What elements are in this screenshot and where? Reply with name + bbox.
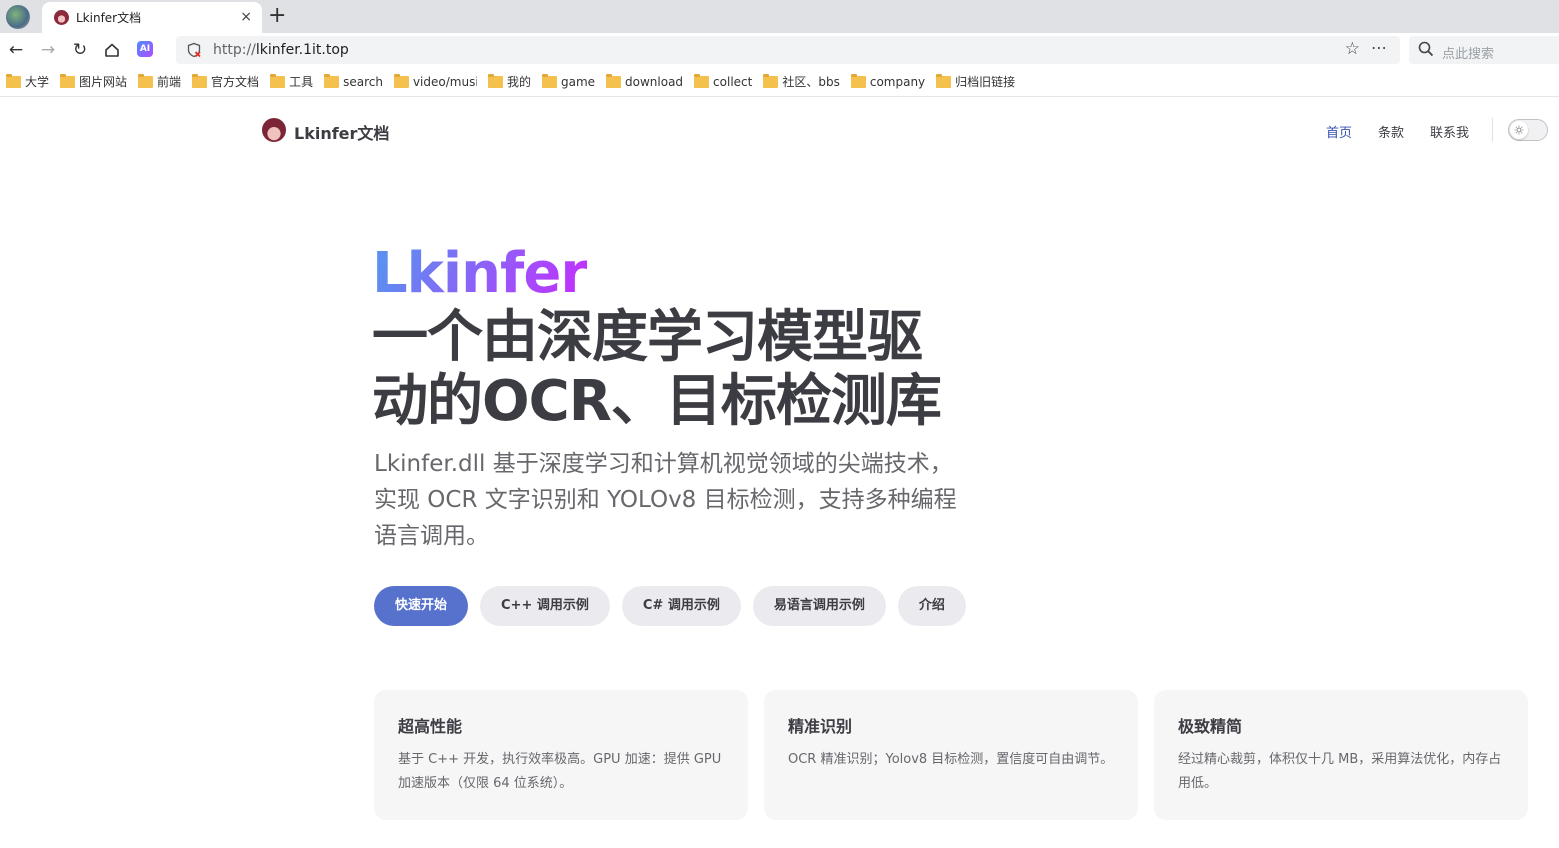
bookmark-folder[interactable]: 大学 (6, 73, 49, 90)
new-tab-button[interactable]: + (268, 3, 286, 29)
quick-start-button[interactable]: 快速开始 (374, 586, 469, 626)
bookmark-label: collect (713, 74, 753, 89)
browser-toolbar: ← → ↻ AI http://lkinfer.1it.top ☆ ⋯ 点此搜索 (0, 33, 1559, 67)
folder-icon (763, 73, 779, 88)
reload-icon[interactable]: ↻ (69, 39, 91, 61)
bookmark-folder[interactable]: 前端 (138, 73, 181, 90)
search-placeholder: 点此搜索 (1442, 47, 1495, 62)
url-scheme: http:// (213, 42, 256, 58)
hero-actions: 快速开始 C++ 调用示例 C# 调用示例 易语言调用示例 介绍 (374, 586, 978, 626)
bookmark-folder[interactable]: 我的 (487, 73, 531, 90)
folder-icon (138, 73, 154, 88)
folder-icon (6, 73, 21, 88)
address-bar[interactable]: http://lkinfer.1it.top ☆ ⋯ (176, 36, 1400, 64)
theme-toggle[interactable] (1508, 119, 1548, 141)
bookmark-label: video/music (412, 74, 477, 89)
bookmark-folder[interactable]: game (541, 73, 596, 89)
hero-name: Lkinfer (372, 241, 588, 306)
folder-icon (60, 73, 76, 88)
forward-icon[interactable]: → (37, 39, 59, 61)
folder-icon (192, 73, 208, 88)
site-navbar: Lkinfer文档 首页 条款 联系我 (0, 98, 1559, 162)
bookmark-folder[interactable]: 图片网站 (60, 73, 127, 90)
bookmark-folder[interactable]: collect (694, 73, 753, 89)
bookmark-label: download (625, 74, 684, 89)
toggle-knob (1510, 121, 1528, 139)
url-host: lkinfer.1it.top (255, 42, 349, 58)
bookmark-folder[interactable]: 归档旧链接 (936, 73, 1015, 90)
search-box[interactable]: 点此搜索 (1409, 36, 1559, 64)
intro-button[interactable]: 介绍 (897, 586, 966, 626)
tab-strip: Lkinfer文档 × + (0, 0, 1559, 33)
browser-tab[interactable]: Lkinfer文档 × (42, 2, 262, 33)
feature-title: 极致精简 (1178, 717, 1243, 736)
insecure-shield-icon[interactable] (186, 42, 202, 58)
bookmark-folder[interactable]: download (606, 73, 684, 89)
feature-details: 基于 C++ 开发，执行效率极高。GPU 加速：提供 GPU 加速版本（仅限 6… (398, 752, 722, 791)
bookmark-folder[interactable]: company (850, 73, 926, 89)
nav-link-terms[interactable]: 条款 (1378, 122, 1404, 141)
site-logo[interactable] (262, 118, 286, 142)
folder-icon (393, 73, 409, 88)
bookmark-folder[interactable]: search (324, 73, 383, 89)
bookmarks-bar: 大学 图片网站 前端 官方文档 工具 search video/music 我的… (0, 67, 1559, 97)
tab-title: Lkinfer文档 (76, 11, 142, 25)
bookmark-label: 官方文档 (211, 75, 260, 89)
nav-link-contact[interactable]: 联系我 (1430, 122, 1469, 141)
more-options-icon[interactable]: ⋯ (1371, 38, 1388, 57)
home-icon[interactable] (101, 39, 123, 61)
hero-headline: 一个由深度学习模型驱动的OCR、目标检测库 (372, 305, 942, 434)
feature-title: 超高性能 (398, 717, 463, 736)
tab-favicon-icon (54, 10, 69, 25)
profile-avatar[interactable] (6, 5, 30, 29)
feature-details: OCR 精准识别；Yolov8 目标检测，置信度可自由调节。 (788, 752, 1114, 767)
feature-title: 精准识别 (788, 717, 853, 736)
feature-details: 经过精心裁剪，体积仅十几 MB，采用算法优化，内存占用低。 (1178, 752, 1502, 791)
ai-assistant-icon[interactable]: AI (137, 41, 153, 57)
bookmark-label: 归档旧链接 (955, 75, 1016, 89)
eyuyan-example-button[interactable]: 易语言调用示例 (752, 586, 886, 626)
site-title[interactable]: Lkinfer文档 (294, 120, 389, 144)
bookmark-label: 前端 (157, 75, 182, 89)
folder-icon (850, 73, 866, 88)
bookmark-label: 大学 (25, 75, 50, 89)
bookmark-label: 图片网站 (79, 75, 128, 89)
folder-icon (936, 73, 952, 88)
folder-icon (324, 73, 340, 88)
bookmark-label: 工具 (289, 75, 314, 89)
bookmark-label: 社区、bbs (782, 75, 840, 89)
back-icon[interactable]: ← (5, 39, 27, 61)
bookmark-label: 我的 (506, 75, 531, 89)
feature-card: 精准识别 OCR 精准识别；Yolov8 目标检测，置信度可自由调节。 (764, 690, 1138, 820)
bookmark-folder[interactable]: 社区、bbs (763, 73, 840, 90)
bookmark-folder[interactable]: 工具 (270, 73, 313, 90)
bookmark-label: game (560, 74, 596, 89)
bookmark-folder[interactable]: 官方文档 (192, 73, 259, 90)
folder-icon (694, 73, 710, 88)
search-icon (1418, 41, 1434, 57)
csharp-example-button[interactable]: C# 调用示例 (621, 586, 741, 626)
folder-icon (487, 73, 503, 88)
folder-icon (270, 73, 286, 88)
hero-tagline: Lkinfer.dll 基于深度学习和计算机视觉领域的尖端技术，实现 OCR 文… (374, 451, 957, 549)
features: 超高性能 基于 C++ 开发，执行效率极高。GPU 加速：提供 GPU 加速版本… (374, 690, 1528, 820)
url-text[interactable]: http://lkinfer.1it.top (213, 42, 349, 58)
bookmark-label: company (869, 74, 926, 89)
feature-card: 超高性能 基于 C++ 开发，执行效率极高。GPU 加速：提供 GPU 加速版本… (374, 690, 748, 820)
sun-icon (1514, 125, 1524, 135)
folder-icon (606, 73, 622, 88)
bookmark-folder[interactable]: video/music (393, 73, 477, 89)
nav-link-home[interactable]: 首页 (1326, 122, 1352, 141)
cpp-example-button[interactable]: C++ 调用示例 (480, 586, 610, 626)
bookmark-label: search (343, 74, 383, 89)
bookmark-star-icon[interactable]: ☆ (1345, 39, 1360, 59)
feature-card: 极致精简 经过精心裁剪，体积仅十几 MB，采用算法优化，内存占用低。 (1154, 690, 1528, 820)
nav-divider (1492, 118, 1493, 142)
close-icon[interactable]: × (240, 8, 252, 26)
folder-icon (541, 73, 557, 88)
